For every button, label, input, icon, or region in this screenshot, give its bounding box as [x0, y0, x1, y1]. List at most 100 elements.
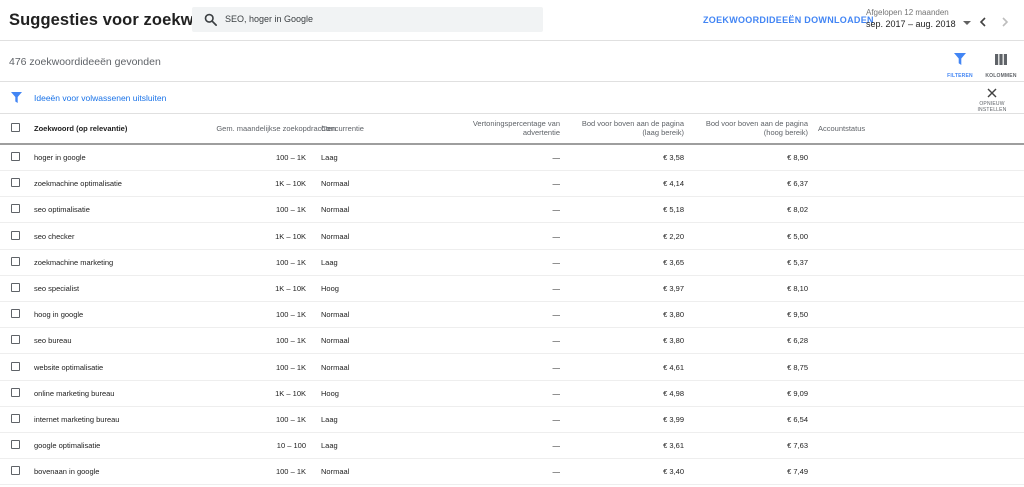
row-checkbox[interactable]: [11, 256, 20, 266]
bid-high-cell: € 5,00: [787, 231, 808, 241]
table-row[interactable]: seo specialist 1K – 10K Hoog — € 3,97 € 8,10: [0, 275, 1024, 302]
impression-share-cell: —: [552, 205, 561, 215]
table-row[interactable]: seo optimalisatie 100 – 1K Normaal — € 5,18 €…: [0, 196, 1024, 224]
impression-share-cell: —: [552, 310, 561, 320]
impression-share-cell: —: [552, 362, 561, 372]
select-all-checkbox[interactable]: [11, 123, 20, 132]
results-toolbar: 476 zoekwoordideeën gevonden FILTEREN KO…: [0, 41, 1024, 82]
keyword-cell: online marketing bureau: [34, 388, 115, 398]
table-row[interactable]: google optimalisatie 10 – 100 Laag — € 3,61 €…: [0, 432, 1024, 460]
bid-high-cell: € 9,09: [787, 388, 808, 398]
row-checkbox[interactable]: [11, 230, 20, 240]
table-row[interactable]: seo bureau 100 – 1K Normaal — € 3,80 € 6,28: [0, 327, 1024, 355]
chevron-left-icon[interactable]: [978, 17, 988, 27]
impression-share-cell: —: [552, 388, 561, 398]
bid-low-cell: € 4,98: [663, 388, 684, 398]
header-competition[interactable]: Concurrentie: [321, 124, 364, 133]
header-volume[interactable]: Gem. maandelijkse zoekopdrachten: [160, 124, 336, 133]
header-bid-low[interactable]: Bod voor boven aan de pagina (laag berei…: [560, 119, 684, 137]
bid-low-cell: € 3,99: [663, 415, 684, 424]
table-row[interactable]: bovenaan in google 100 – 1K Normaal — € 3,40…: [0, 458, 1024, 486]
row-checkbox[interactable]: [11, 335, 20, 345]
impression-share-cell: —: [552, 284, 561, 293]
row-checkbox[interactable]: [11, 466, 20, 476]
volume-cell: 1K – 10K: [275, 231, 306, 241]
volume-cell: 1K – 10K: [275, 179, 306, 189]
bid-high-cell: € 8,10: [787, 284, 808, 293]
bid-high-cell: € 8,75: [787, 362, 808, 372]
competition-cell: Normaal: [321, 179, 350, 189]
filter-icon: [954, 53, 966, 65]
header-bid-high[interactable]: Bod voor boven aan de pagina (hoog berei…: [684, 119, 808, 137]
keyword-cell: seo checker: [34, 231, 75, 241]
table-row[interactable]: zoekmachine marketing 100 – 1K Laag — € 3,65…: [0, 249, 1024, 276]
header-impression-share-line2: advertentie: [522, 128, 560, 137]
search-input[interactable]: SEO, hoger in Google: [192, 7, 543, 32]
download-ideas-button[interactable]: ZOEKWOORDIDEEËN DOWNLOADEN: [703, 15, 874, 25]
bid-high-cell: € 5,37: [787, 257, 808, 267]
volume-cell: 10 – 100: [276, 441, 306, 451]
table-row[interactable]: internet marketing bureau 100 – 1K Laag — € …: [0, 406, 1024, 433]
search-value: SEO, hoger in Google: [225, 14, 314, 24]
table-row[interactable]: website optimalisatie 100 – 1K Normaal — € 4…: [0, 354, 1024, 381]
impression-share-cell: —: [552, 153, 561, 162]
header-bid-high-line2: (hoog bereik): [763, 128, 808, 137]
row-checkbox[interactable]: [11, 414, 20, 423]
bid-low-cell: € 4,61: [663, 362, 684, 372]
filter-button[interactable]: FILTEREN: [940, 52, 980, 79]
date-range-select[interactable]: sep. 2017 – aug. 2018: [866, 19, 956, 29]
table-header: Zoekwoord (op relevantie) Gem. maandelij…: [0, 114, 1024, 145]
keyword-cell: hoog in google: [34, 310, 84, 320]
bid-low-cell: € 3,58: [663, 153, 684, 162]
bid-high-cell: € 6,28: [787, 336, 808, 346]
impression-share-cell: —: [552, 179, 561, 189]
row-checkbox[interactable]: [11, 387, 20, 397]
volume-cell: 100 – 1K: [275, 362, 306, 372]
row-checkbox[interactable]: [11, 440, 20, 450]
impression-share-cell: —: [552, 415, 561, 424]
row-checkbox[interactable]: [11, 361, 20, 371]
date-range-label: Afgelopen 12 maanden: [866, 8, 949, 17]
header-bid-low-line1: Bod voor boven aan de pagina: [581, 119, 684, 128]
keyword-cell: website optimalisatie: [34, 362, 104, 372]
table-row[interactable]: seo checker 1K – 10K Normaal — € 2,20 € 5,00: [0, 223, 1024, 250]
competition-cell: Normaal: [321, 231, 350, 241]
header-keyword[interactable]: Zoekwoord (op relevantie): [34, 124, 127, 133]
competition-cell: Laag: [321, 415, 338, 424]
filter-chip[interactable]: Ideeën voor volwassenen uitsluiten: [34, 93, 166, 103]
bid-high-cell: € 9,50: [787, 310, 808, 320]
impression-share-cell: —: [552, 336, 561, 346]
header-impression-share[interactable]: Vertoningspercentage van advertentie: [430, 119, 560, 137]
row-checkbox[interactable]: [11, 283, 20, 292]
header-bid-low-line2: (laag bereik): [642, 128, 684, 137]
dropdown-arrow-icon[interactable]: [963, 21, 971, 25]
chevron-right-icon[interactable]: [1000, 17, 1010, 27]
table-row[interactable]: hoger in google 100 – 1K Laag — € 3,58 € 8,90: [0, 144, 1024, 171]
bid-low-cell: € 3,61: [663, 441, 684, 451]
volume-cell: 100 – 1K: [275, 336, 306, 346]
impression-share-cell: —: [552, 257, 561, 267]
row-checkbox[interactable]: [11, 178, 20, 188]
table-row[interactable]: online marketing bureau 1K – 10K Hoog — € 4,…: [0, 380, 1024, 407]
row-checkbox[interactable]: [11, 309, 20, 319]
table-row[interactable]: hoog in google 100 – 1K Normaal — € 3,80 € 9,…: [0, 301, 1024, 329]
reset-label: OPNIEUW INSTELLEN: [977, 101, 1007, 113]
header-account-status[interactable]: Accountstatus: [818, 124, 865, 133]
bid-low-cell: € 2,20: [663, 231, 684, 241]
columns-button[interactable]: KOLOMMEN: [981, 52, 1021, 79]
keyword-cell: hoger in google: [34, 153, 86, 162]
keyword-cell: seo bureau: [34, 336, 72, 346]
competition-cell: Laag: [321, 441, 338, 451]
volume-cell: 1K – 10K: [275, 284, 306, 293]
reset-button[interactable]: OPNIEUW INSTELLEN: [965, 88, 1019, 113]
row-checkbox[interactable]: [11, 152, 20, 161]
keyword-cell: zoekmachine optimalisatie: [34, 179, 122, 189]
header-impression-share-line1: Vertoningspercentage van: [472, 119, 560, 128]
row-checkbox[interactable]: [11, 204, 20, 214]
results-count: 476 zoekwoordideeën gevonden: [9, 56, 161, 68]
bid-low-cell: € 3,40: [663, 467, 684, 477]
impression-share-cell: —: [552, 441, 561, 451]
bid-low-cell: € 3,80: [663, 336, 684, 346]
volume-cell: 100 – 1K: [275, 310, 306, 320]
table-row[interactable]: zoekmachine optimalisatie 1K – 10K Normaal…: [0, 170, 1024, 198]
